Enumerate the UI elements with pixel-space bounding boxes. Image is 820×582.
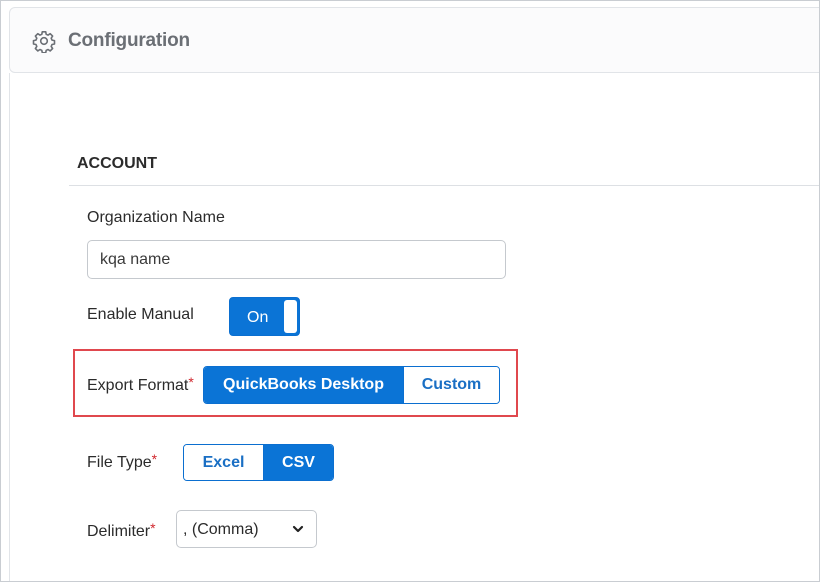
gear-icon [32,31,56,53]
toggle-knob [284,300,297,333]
export-format-option-custom[interactable]: Custom [403,367,499,403]
section-divider [69,185,819,186]
export-format-label-wrap: Export Format* [87,374,194,395]
export-format-option-quickbooks-desktop[interactable]: QuickBooks Desktop [204,367,403,403]
organization-name-label: Organization Name [87,209,225,226]
panel-divider [9,73,10,581]
section-title-account: ACCOUNT [77,155,157,172]
enable-manual-label: Enable Manual [87,306,194,323]
required-marker: * [151,451,158,467]
delimiter-label-wrap: Delimiter* [87,520,156,541]
enable-manual-toggle[interactable]: On [229,297,300,336]
file-type-selector: Excel CSV [183,444,334,481]
configuration-panel: Configuration ACCOUNT Organization Name … [0,0,820,582]
delimiter-select[interactable]: , (Comma) [176,510,317,548]
export-format-selector: QuickBooks Desktop Custom [203,366,500,404]
organization-name-input[interactable] [87,240,506,279]
file-type-option-csv[interactable]: CSV [263,445,333,480]
export-format-label: Export Format [87,377,189,394]
page-header: Configuration [9,7,819,73]
chevron-down-icon [292,525,304,533]
file-type-label: File Type [87,454,152,471]
delimiter-label: Delimiter [87,523,151,540]
required-marker: * [150,520,156,536]
page-title: Configuration [68,30,190,51]
file-type-option-excel[interactable]: Excel [184,445,263,480]
file-type-label-wrap: File Type* [87,451,157,472]
delimiter-selected-value: , (Comma) [183,521,259,538]
required-marker: * [188,374,194,390]
toggle-state-label: On [247,309,269,326]
